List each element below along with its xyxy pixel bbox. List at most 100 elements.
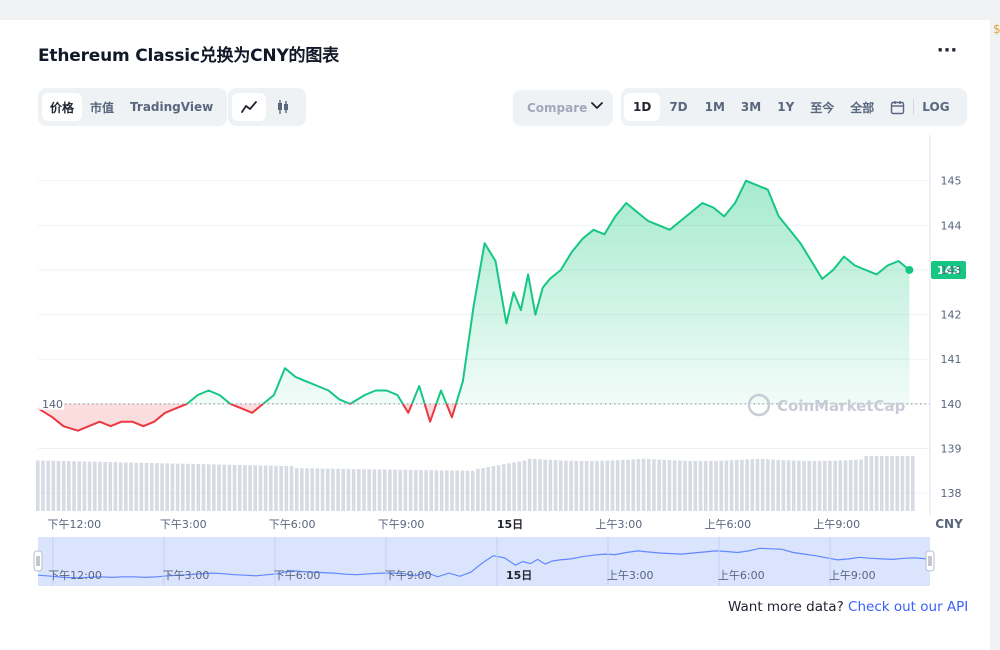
volume-bar (522, 460, 527, 511)
volume-bar (527, 458, 532, 511)
volume-bar (460, 470, 465, 511)
volume-bar (237, 464, 242, 511)
currency-label: CNY (935, 517, 963, 531)
volume-bar (657, 459, 661, 511)
volume-bar (911, 456, 915, 511)
volume-bar (351, 469, 356, 511)
volume-bar (869, 456, 874, 511)
volume-bar (760, 459, 765, 511)
volume-bar (838, 460, 843, 511)
volume-bar (180, 463, 185, 511)
y-tick-label: 140 (941, 398, 962, 411)
volume-bar (553, 460, 558, 511)
volume-bar (341, 468, 346, 511)
volume-bar (439, 470, 444, 511)
volume-bar (357, 469, 361, 511)
volume-bar (310, 468, 315, 511)
volume-bar (610, 460, 615, 511)
navigator-tick-label: 15日 (506, 569, 532, 582)
volume-bar (253, 465, 258, 511)
volume-bar (393, 469, 397, 511)
volume-bar (822, 460, 827, 511)
navigator-left-handle[interactable] (33, 550, 43, 572)
reference-price-label: 140 (42, 398, 63, 411)
volume-bar (589, 460, 594, 511)
volume-bar (336, 468, 340, 511)
y-tick-label: 141 (941, 353, 962, 366)
volume-bar (149, 462, 154, 511)
volume-bar (854, 459, 858, 511)
footer-text: Want more data? (728, 599, 844, 615)
price-chart[interactable]: 140143 145144143142141140139138下午12:00 下午… (0, 20, 990, 600)
volume-bar (165, 463, 170, 511)
volume-bar (346, 468, 351, 511)
navigator-tick-label: 上午9:00 (829, 569, 876, 582)
volume-bar (631, 459, 636, 511)
api-link[interactable]: Check out our API (848, 599, 968, 615)
volume-bar (750, 459, 755, 511)
volume-bar (817, 460, 822, 511)
volume-bar (36, 460, 40, 511)
navigator-tick-label: 下午9:00 (385, 569, 432, 582)
volume-bar (786, 460, 791, 511)
volume-bar (895, 456, 900, 511)
volume-bar (719, 460, 724, 511)
x-tick-label: 上午3:00 (596, 518, 643, 531)
volume-bar (626, 459, 630, 511)
x-tick-label: 下午6:00 (269, 518, 316, 531)
volume-bar (864, 456, 869, 511)
y-tick-label: 142 (941, 309, 962, 322)
x-tick-label: 上午9:00 (813, 518, 860, 531)
navigator-right-handle[interactable] (925, 550, 935, 572)
chart-card: Ethereum Classic兑换为CNY的图表 ··· 价格 市值 Trad… (0, 20, 990, 650)
volume-bar (113, 462, 118, 511)
volume-bar (797, 460, 801, 511)
volume-bar (144, 462, 149, 511)
volume-bar (828, 460, 832, 511)
volume-bar (274, 465, 278, 511)
volume-bar (232, 464, 237, 511)
volume-bar (434, 470, 439, 511)
volume-bar (46, 460, 50, 511)
volume-bar (424, 470, 428, 511)
volume-bar (429, 470, 434, 511)
volume-bar (791, 460, 796, 511)
volume-bar (781, 460, 786, 511)
volume-bar (279, 465, 283, 511)
volume-bar (258, 465, 263, 511)
volume-bar (579, 460, 584, 511)
volume-bar (196, 464, 201, 511)
volume-bar (569, 460, 573, 511)
volume-bar (134, 462, 138, 511)
volume-bar (538, 459, 542, 511)
volume-bar (124, 462, 128, 511)
volume-bar (641, 458, 646, 511)
volume-bar (885, 456, 889, 511)
navigator[interactable]: 下午12:00 下午3:00 下午6:00 下午9:00 15日 上午3:00 上午6:00… (33, 537, 935, 586)
volume-bar (170, 463, 175, 511)
volume-bar (766, 459, 770, 511)
volume-bar (92, 461, 97, 511)
y-tick-label: 145 (941, 175, 962, 188)
volume-bar (802, 460, 806, 511)
y-tick-label: 144 (941, 219, 962, 232)
volume-bar (890, 456, 894, 511)
volume-bar (362, 469, 366, 511)
volume-bar (724, 460, 729, 511)
volume-bar (382, 469, 387, 511)
volume-bar (734, 459, 739, 511)
volume-bar (688, 460, 692, 511)
volume-bar (646, 459, 651, 511)
volume-bar (51, 460, 56, 511)
volume-bar (72, 461, 76, 511)
volume-bar (98, 461, 102, 511)
volume-bar (848, 459, 853, 511)
x-tick-label: 下午9:00 (378, 518, 425, 531)
volume-bar (507, 463, 511, 511)
volume-bar (186, 463, 190, 511)
volume-bar (714, 460, 718, 511)
volume-bar (672, 460, 677, 511)
volume-bar (491, 466, 496, 511)
volume-bar (129, 462, 133, 511)
edge-decoration: $ (993, 22, 1000, 36)
